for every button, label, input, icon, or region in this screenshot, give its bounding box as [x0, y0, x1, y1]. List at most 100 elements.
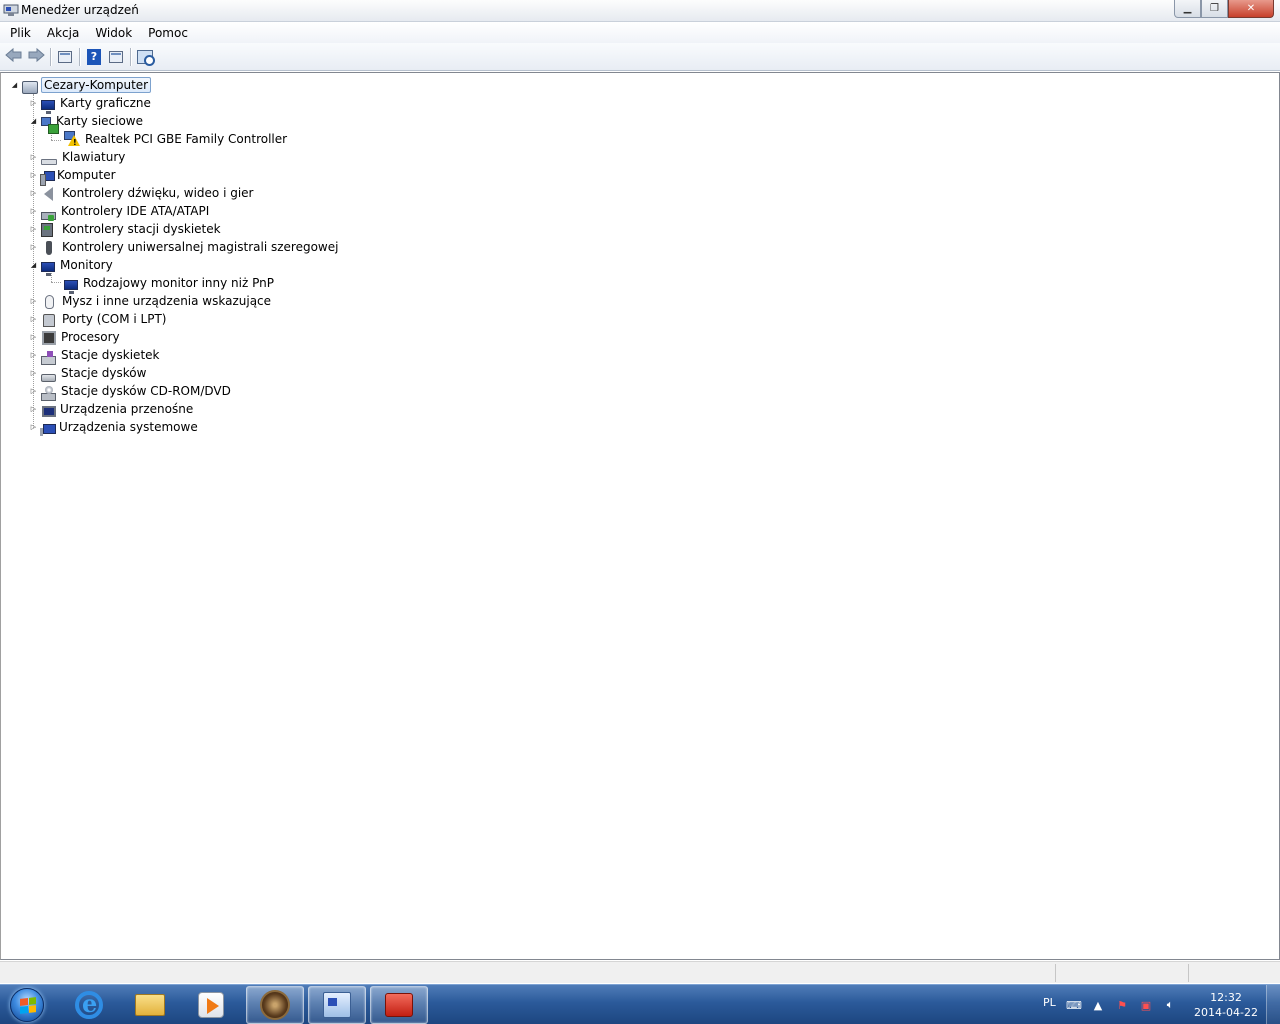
keyboard-icon — [41, 159, 57, 165]
expand-arrow-icon[interactable]: ▷ — [29, 171, 38, 180]
collapse-arrow-icon[interactable]: ◢ — [29, 261, 38, 270]
tree-node-komputer[interactable]: ▷ Komputer — [29, 166, 118, 186]
toolbar-separator — [130, 47, 131, 66]
expand-arrow-icon[interactable]: ▷ — [29, 297, 38, 306]
tree-node-label: Kontrolery stacji dyskietek — [62, 222, 221, 236]
windows-logo-icon — [10, 988, 44, 1022]
device-manager-icon — [323, 992, 351, 1018]
action-center-icon[interactable]: ⚑ — [1114, 997, 1130, 1013]
tree-node-label: Urządzenia przenośne — [60, 402, 194, 416]
tree-node-procesory[interactable]: ▷ Procesory — [29, 328, 122, 346]
port-icon — [43, 313, 55, 327]
taskbar-internet-explorer[interactable] — [60, 986, 118, 1024]
tree-node-label: Kontrolery IDE ATA/ATAPI — [61, 204, 210, 218]
tree-node-label: Karty graficzne — [60, 96, 151, 110]
game-icon — [260, 990, 290, 1020]
device-tree[interactable]: ◢ Cezary-Komputer ▷ Karty graficzne ◢ Ka… — [0, 72, 1280, 960]
properties-button[interactable] — [105, 46, 127, 68]
menu-plik[interactable]: Plik — [4, 24, 37, 42]
tree-node-klawiatury[interactable]: ▷ Klawiatury — [29, 148, 127, 166]
menu-pomoc[interactable]: Pomoc — [142, 24, 194, 42]
ide-controller-icon — [41, 212, 56, 221]
tree-node-urzadzenia-przenosne[interactable]: ▷ Urządzenia przenośne — [29, 400, 195, 418]
back-button[interactable] — [3, 46, 25, 68]
expand-arrow-icon[interactable]: ▷ — [29, 243, 38, 252]
show-hide-console-tree-button[interactable] — [54, 46, 76, 68]
computer-root-icon — [22, 80, 38, 94]
warning-network-icon: ! — [64, 131, 80, 147]
window-title: Menedżer urządzeń — [21, 3, 139, 17]
network-tray-icon[interactable]: ▣ — [1138, 997, 1154, 1013]
tree-node-stacje-cdrom[interactable]: ▷ Stacje dysków CD-ROM/DVD — [29, 382, 233, 401]
menu-widok[interactable]: Widok — [89, 24, 138, 42]
close-button[interactable]: ✕ — [1228, 0, 1274, 18]
expand-arrow-icon[interactable]: ▷ — [29, 351, 38, 360]
tree-node-karty-sieciowe[interactable]: ◢ Karty sieciowe — [29, 112, 145, 134]
tree-node-label: Procesory — [61, 330, 120, 344]
properties-icon — [109, 50, 123, 63]
tree-root[interactable]: ◢ Cezary-Komputer — [10, 76, 152, 94]
expand-arrow-icon[interactable]: ▷ — [29, 315, 38, 324]
expand-arrow-icon[interactable]: ▷ — [29, 99, 38, 108]
tree-node-karty-graficzne[interactable]: ▷ Karty graficzne — [29, 94, 153, 114]
taskbar-device-manager[interactable] — [308, 986, 366, 1024]
tree-node-stacje-dyskietek[interactable]: ▷ Stacje dyskietek — [29, 346, 161, 365]
scan-hardware-button[interactable] — [134, 46, 156, 68]
tree-node-kontrolery-ide[interactable]: ▷ Kontrolery IDE ATA/ATAPI — [29, 202, 211, 221]
expand-arrow-icon[interactable]: ▷ — [29, 405, 38, 414]
expand-arrow-icon[interactable]: ▷ — [29, 225, 38, 234]
language-indicator[interactable]: PL — [1043, 996, 1056, 1009]
expand-arrow-icon[interactable]: ▷ — [29, 387, 38, 396]
tree-node-label: Kontrolery uniwersalnej magistrali szere… — [62, 240, 339, 254]
show-desktop-button[interactable] — [1266, 985, 1280, 1024]
mouse-icon — [45, 295, 54, 309]
speaker-icon — [44, 187, 53, 201]
expand-arrow-icon[interactable]: ▷ — [29, 369, 38, 378]
network-adapter-icon — [41, 116, 59, 134]
cpu-icon — [42, 331, 56, 345]
floppy-controller-icon — [41, 223, 53, 237]
title-bar[interactable]: Menedżer urządzeń ▁ ❐ ✕ — [0, 0, 1280, 22]
status-cell — [1055, 964, 1188, 982]
taskbar-explorer[interactable] — [121, 986, 179, 1024]
taskbar-game[interactable] — [246, 986, 304, 1024]
expand-arrow-icon[interactable]: ▷ — [29, 153, 38, 162]
collapse-arrow-icon[interactable]: ◢ — [10, 81, 19, 90]
back-arrow-icon — [5, 47, 23, 66]
computer-icon — [40, 171, 55, 186]
menu-akcja[interactable]: Akcja — [41, 24, 85, 42]
toolbar: ? — [0, 43, 1280, 71]
help-button[interactable]: ? — [83, 46, 105, 68]
tree-node-rodzajowy-monitor[interactable]: Rodzajowy monitor inny niż PnP — [61, 274, 276, 294]
scan-hardware-icon — [137, 49, 155, 66]
tree-node-realtek[interactable]: ! Realtek PCI GBE Family Controller — [61, 130, 289, 148]
start-button[interactable] — [4, 986, 50, 1024]
expand-arrow-icon[interactable]: ▷ — [29, 189, 38, 198]
tree-node-label: Kontrolery dźwięku, wideo i gier — [62, 186, 254, 200]
maximize-button[interactable]: ❐ — [1201, 0, 1228, 18]
console-tree-icon — [58, 50, 72, 63]
clock[interactable]: 12:32 2014-04-22 — [1188, 990, 1264, 1020]
taskbar-media-player[interactable] — [182, 986, 240, 1024]
forward-button[interactable] — [25, 46, 47, 68]
show-hidden-icons-icon[interactable]: ▲ — [1090, 997, 1106, 1013]
collapse-arrow-icon[interactable]: ◢ — [29, 117, 38, 126]
tree-node-mysz[interactable]: ▷ Mysz i inne urządzenia wskazujące — [29, 292, 273, 310]
expand-arrow-icon[interactable]: ▷ — [29, 333, 38, 342]
expand-arrow-icon[interactable]: ▷ — [29, 423, 38, 432]
volume-icon[interactable]: 🔈︎ — [1162, 997, 1178, 1013]
tree-node-porty[interactable]: ▷ Porty (COM i LPT) — [29, 310, 168, 328]
toolbar-separator — [50, 47, 51, 66]
tree-node-label: Realtek PCI GBE Family Controller — [85, 132, 288, 146]
tree-node-kontrolery-stacji-dyskietek[interactable]: ▷ Kontrolery stacji dyskietek — [29, 220, 223, 238]
tree-node-urzadzenia-systemowe[interactable]: ▷ Urządzenia systemowe — [29, 418, 200, 436]
media-player-icon — [198, 992, 224, 1018]
tree-node-monitory[interactable]: ◢ Monitory — [29, 256, 115, 276]
minimize-button[interactable]: ▁ — [1174, 0, 1201, 18]
tree-node-kontrolery-usb[interactable]: ▷ Kontrolery uniwersalnej magistrali sze… — [29, 238, 340, 256]
tree-node-stacje-dyskow[interactable]: ▷ Stacje dysków — [29, 364, 148, 382]
keyboard-tray-icon[interactable]: ⌨ — [1066, 997, 1082, 1013]
tree-node-kontrolery-dzwieku[interactable]: ▷ Kontrolery dźwięku, wideo i gier — [29, 184, 255, 202]
taskbar-toolbox[interactable] — [370, 986, 428, 1024]
expand-arrow-icon[interactable]: ▷ — [29, 207, 38, 216]
